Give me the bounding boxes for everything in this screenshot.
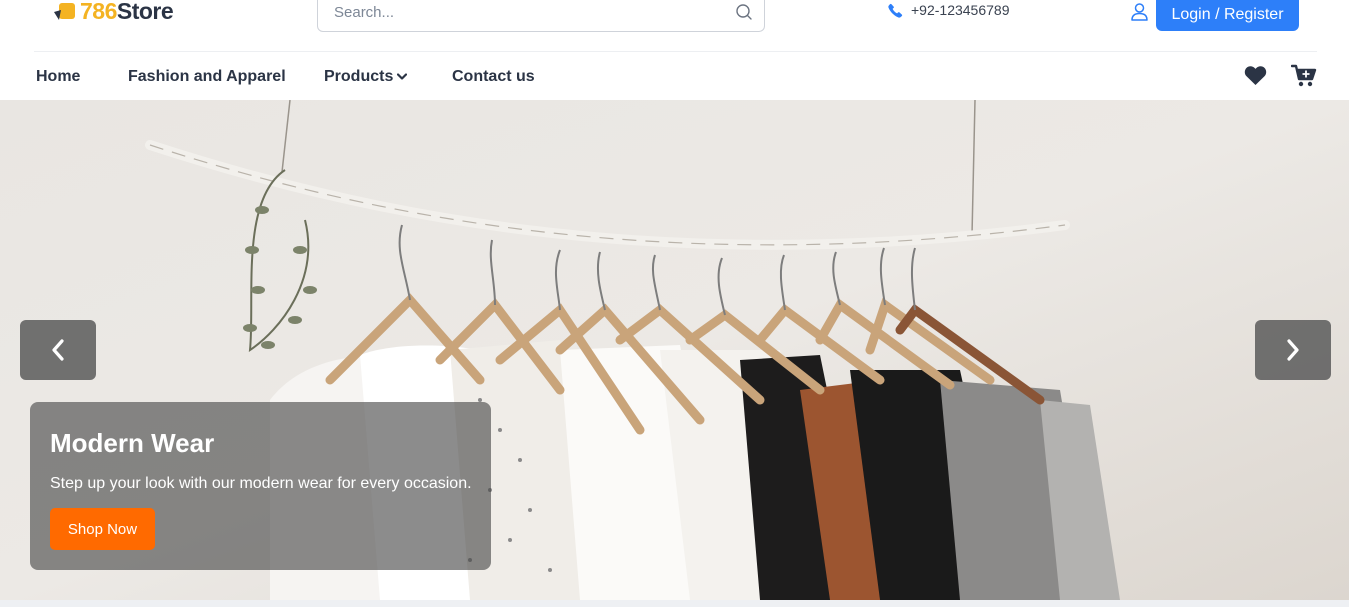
hero-title: Modern Wear [50, 428, 215, 458]
cart-icon[interactable] [1290, 64, 1317, 93]
logo-word: Store [116, 0, 174, 24]
search-icon[interactable] [724, 0, 764, 31]
chevron-right-icon [1287, 339, 1299, 361]
carousel-prev-button[interactable] [20, 320, 96, 380]
search-box [317, 0, 765, 32]
hero-carousel: Modern Wear Step up your look with our m… [0, 100, 1349, 600]
phone-number: +92-123456789 [911, 2, 1010, 18]
chevron-down-icon [397, 68, 408, 86]
hero-subtitle: Step up your look with our modern wear f… [50, 475, 472, 492]
user-icon[interactable] [1131, 3, 1148, 26]
nav-item-label: Fashion and Apparel [128, 68, 286, 85]
nav-item-label: Products [324, 68, 394, 85]
nav-item-home[interactable]: Home [36, 68, 80, 86]
hero-caption: Modern Wear Step up your look with our m… [30, 402, 491, 570]
store-logo[interactable]: 786Store [52, 0, 174, 28]
logo-bag-icon [52, 0, 78, 24]
nav-item-fashion[interactable]: Fashion and Apparel [128, 68, 286, 86]
nav-item-contact[interactable]: Contact us [452, 68, 535, 86]
nav-item-label: Contact us [452, 68, 535, 85]
nav-item-products[interactable]: Products [324, 68, 408, 86]
phone-contact: +92-123456789 [888, 2, 1010, 18]
shop-now-button[interactable]: Shop Now [50, 508, 155, 550]
top-bar: 786Store +92-123456789 Login / Register [0, 0, 1349, 52]
page-bottom-strip [0, 600, 1349, 607]
login-register-button[interactable]: Login / Register [1156, 0, 1299, 31]
logo-number: 786 [80, 0, 117, 24]
main-nav: Home Fashion and Apparel Products Contac… [0, 52, 1349, 100]
carousel-next-button[interactable] [1255, 320, 1331, 380]
heart-icon[interactable] [1244, 65, 1267, 91]
chevron-left-icon [52, 339, 64, 361]
nav-item-label: Home [36, 68, 81, 85]
search-input[interactable] [318, 0, 724, 31]
phone-icon [888, 3, 903, 18]
